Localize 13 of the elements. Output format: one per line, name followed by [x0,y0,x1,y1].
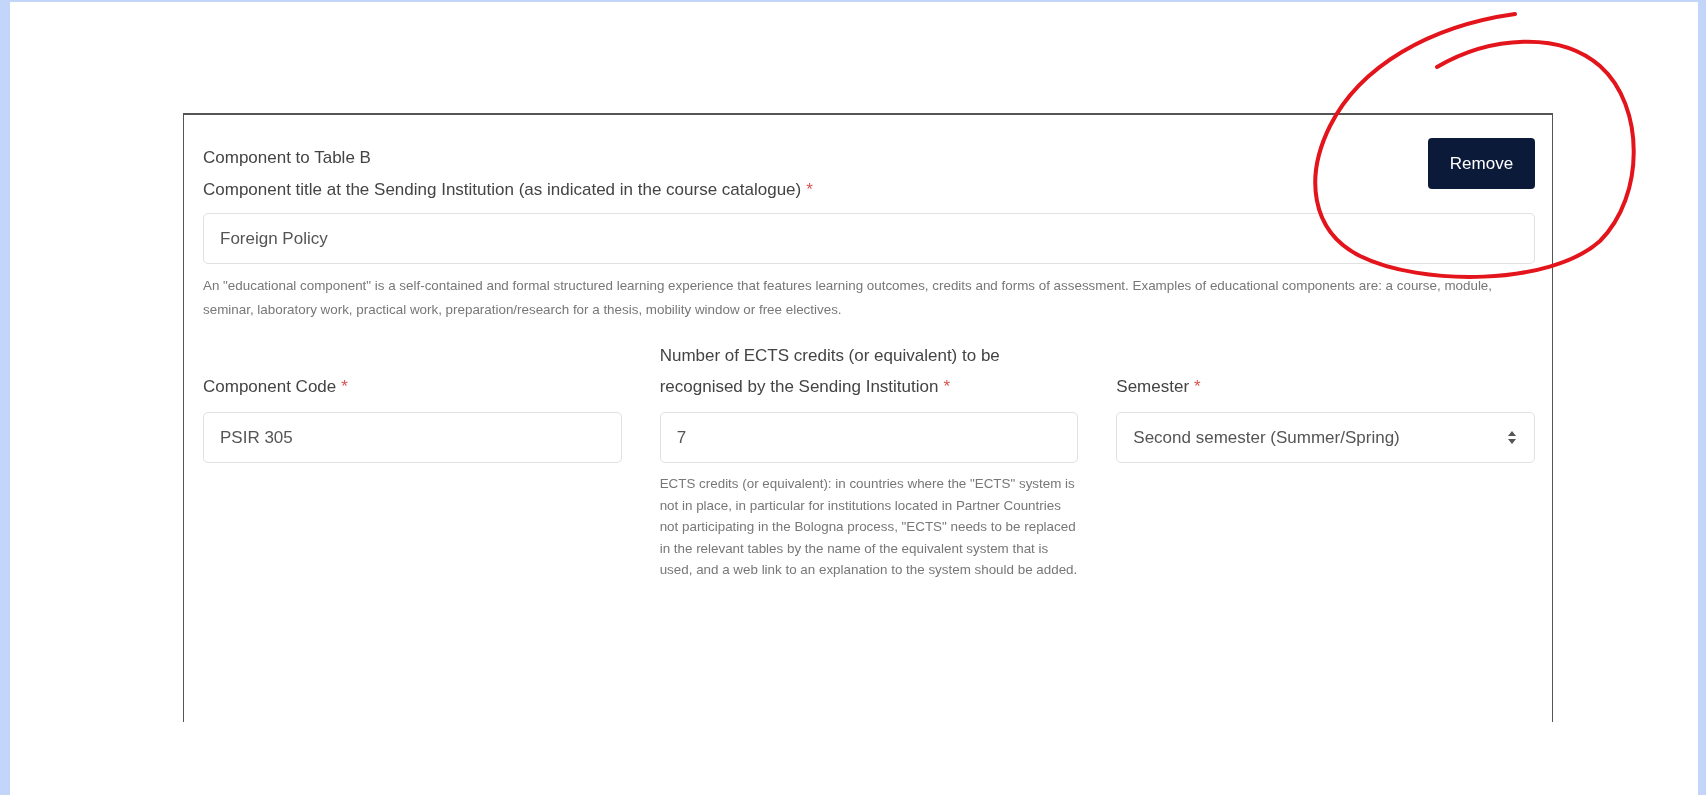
section-title: Component to Table B [203,147,372,168]
field-label: Semester * [1116,376,1201,398]
input-field[interactable]: PSIR 305 [203,412,622,463]
help-text: An "educational component" is a self-contained and formal structured learning experience that features learning outcomes, credits and forms of assessment. Examples of educational components are: a course, module, seminar, laboratory work, practical work, preparation/research for a thesis, mobility window or free electives. [203,277,1494,319]
field-label: Number of ECTS credits (or equivalent) to be recognised by the Sending Institution * [659,345,1001,398]
field-label: Component title at the Sending Institution (as indicated in the course catalogue) * [203,179,814,201]
help-text: ECTS credits (or equivalent): in countries where the "ECTS" system is not in place, in particular for institutions located in Partner Countries not participating in the Bologna process, "ECTS" needs to be replaced in the relevant tables by the name of the equivalent system that is used, and a web link to an explanation to the system should be added. [659,475,1079,580]
input-field[interactable]: Foreign Policy [203,213,1535,264]
input-field[interactable]: 7 [659,412,1079,463]
semester-select[interactable]: Second semester (Summer/Spring) [1116,412,1535,463]
up-down-caret-icon [1508,431,1516,444]
field-label: Component Code * [203,376,348,398]
remove-button[interactable]: Remove [1428,138,1535,189]
